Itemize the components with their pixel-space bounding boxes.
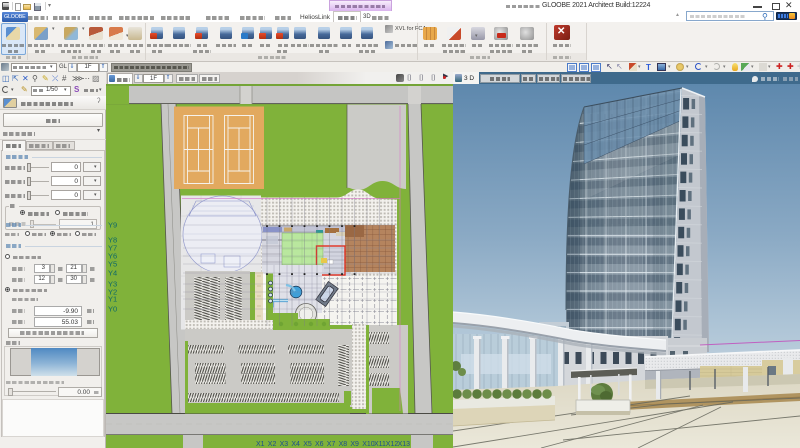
svg-text:X7: X7 xyxy=(327,441,336,448)
svg-text:X4: X4 xyxy=(291,441,300,448)
svg-text:X1: X1 xyxy=(256,441,265,448)
svg-text:X3: X3 xyxy=(280,441,289,448)
svg-text:X9: X9 xyxy=(350,441,359,448)
svg-text:X5: X5 xyxy=(303,441,312,448)
svg-text:Y4: Y4 xyxy=(108,268,117,277)
svg-text:X10: X10 xyxy=(362,441,375,448)
svg-text:X8: X8 xyxy=(339,441,348,448)
svg-text:X12: X12 xyxy=(386,441,399,448)
svg-text:Y5: Y5 xyxy=(108,259,117,268)
svg-text:Y0: Y0 xyxy=(108,304,117,313)
svg-text:Y1: Y1 xyxy=(108,294,117,303)
svg-text:X13: X13 xyxy=(398,441,411,448)
svg-text:Y9: Y9 xyxy=(108,220,117,229)
svg-text:X11: X11 xyxy=(374,441,386,448)
svg-text:X6: X6 xyxy=(315,441,324,448)
svg-text:X2: X2 xyxy=(268,441,277,448)
